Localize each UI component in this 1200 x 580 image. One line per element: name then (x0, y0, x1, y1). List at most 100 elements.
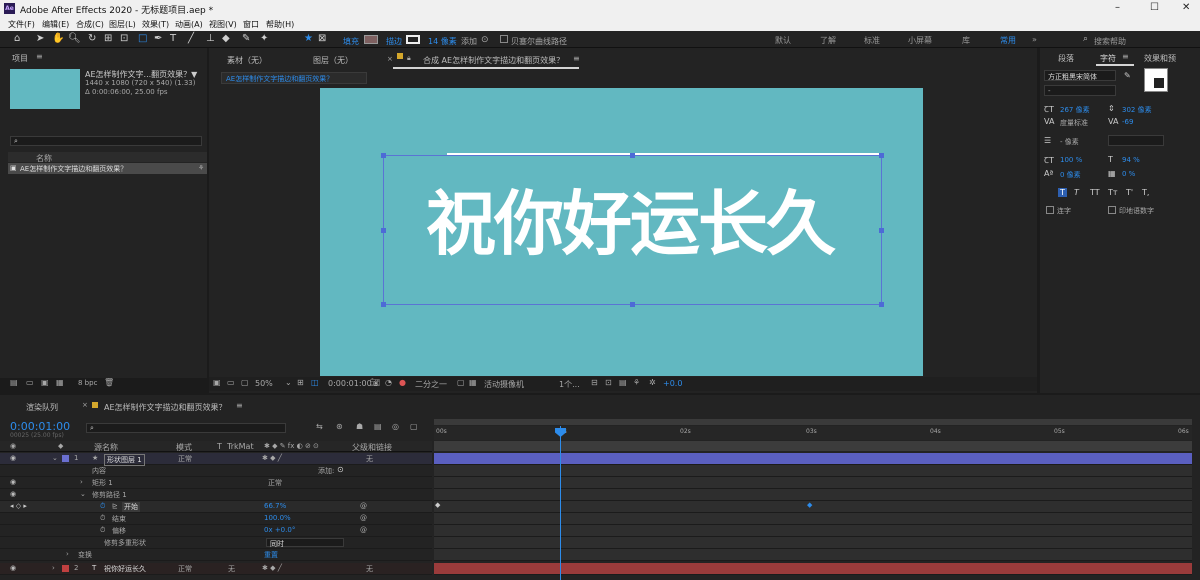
tab-composition[interactable]: 合成 AE怎样制作文字描边和翻页效果？ (423, 55, 564, 66)
expand-arrow-icon[interactable]: › (80, 478, 83, 486)
panel-menu-icon[interactable]: ≡ (36, 52, 43, 61)
snap-icon[interactable]: ★ (304, 33, 313, 44)
eye-icon[interactable]: ◉ (10, 490, 16, 498)
all-caps-button[interactable]: TT (1090, 188, 1100, 197)
baseline-value[interactable]: 0 像素 (1060, 170, 1081, 180)
stroke-size-value[interactable]: 14 像素 (428, 36, 457, 47)
preview-icon[interactable]: ▣ (213, 378, 221, 387)
keyframe-nav-icon[interactable]: ◂ ◇ ▸ (10, 502, 27, 510)
exposure-value[interactable]: +0.0 (663, 379, 682, 388)
draft-3d-icon[interactable]: ⊛ (336, 422, 343, 431)
handle-tr[interactable] (879, 153, 884, 158)
layer-switches-icon[interactable]: ✱ ◆ ╱ (262, 454, 282, 462)
brush-tool-icon[interactable]: ╱ (188, 33, 194, 44)
offset-value[interactable]: 0x +0.0° (264, 526, 295, 534)
camera-tool-icon[interactable]: ⊞ (104, 33, 112, 44)
work-area-bar[interactable] (434, 419, 1192, 425)
add-icon[interactable]: ⊙ (337, 465, 344, 474)
stroke-color-swatch[interactable] (406, 35, 420, 44)
handle-tl[interactable] (381, 153, 386, 158)
rotate-tool-icon[interactable]: ↻ (88, 33, 96, 44)
comp-canvas[interactable]: 祝你好运长久 (320, 88, 923, 376)
layer-2-duration-bar[interactable] (434, 563, 1192, 575)
maximize-button[interactable]: ☐ (1150, 2, 1159, 13)
transform-row[interactable]: › 变换 重置 (0, 549, 432, 561)
close-tab-icon[interactable]: × (82, 401, 88, 409)
font-style-select[interactable]: - (1044, 85, 1116, 96)
time-ruler[interactable]: 00s 01s 02s 03s 04s 05s 06s (434, 426, 1192, 440)
ligature-checkbox[interactable] (1046, 206, 1054, 214)
trim-multiple-select[interactable]: 同时 (266, 538, 344, 548)
search-icon[interactable]: ⌕ (1083, 34, 1088, 44)
tab-effects[interactable]: 效果和预 (1144, 53, 1176, 64)
expand-arrow-icon[interactable]: › (52, 564, 55, 572)
contents-row[interactable]: 内容 添加: ⊙ (0, 465, 432, 477)
project-tab[interactable]: 项目 (12, 53, 28, 64)
font-family-select[interactable]: 方正粗黑宋简体 (1044, 70, 1116, 81)
tab-layer[interactable]: 图层（无） (313, 55, 353, 66)
workspace-more-icon[interactable]: » (1032, 35, 1037, 44)
trim-paths-row[interactable]: ◉ ⌄ 修剪路径 1 (0, 489, 432, 501)
resolution-select[interactable]: 二分之一 (415, 379, 447, 390)
layer-name[interactable]: 祝你好运长久 (104, 564, 146, 574)
playhead-line[interactable] (560, 426, 561, 580)
minimize-button[interactable]: – (1115, 2, 1120, 13)
stroke-color-swatch[interactable] (1152, 76, 1166, 90)
stopwatch-icon[interactable]: ⏱ (100, 526, 105, 535)
close-tab-icon[interactable]: × (387, 55, 393, 63)
layer-trkmat[interactable]: 无 (228, 564, 235, 574)
fill-color-swatch[interactable] (364, 35, 378, 44)
interpret-footage-icon[interactable]: ▤ (10, 378, 18, 387)
tab-timeline-comp[interactable]: AE怎样制作文字描边和翻页效果？ (104, 402, 227, 413)
panel-menu-icon[interactable]: ≡ (1122, 52, 1129, 61)
layer-parent[interactable]: 无 (366, 454, 373, 464)
rect-mode[interactable]: 正常 (268, 478, 282, 488)
tab-render-queue[interactable]: 渲染队列 (26, 402, 58, 413)
stroke-width-value[interactable]: - 像素 (1060, 137, 1079, 147)
expression-icon[interactable]: @ (360, 514, 367, 522)
tab-paragraph[interactable]: 段落 (1058, 53, 1074, 64)
expression-icon[interactable]: @ (360, 502, 367, 510)
expand-arrow-icon[interactable]: › (66, 550, 69, 558)
menu-composition[interactable]: 合成(C) (76, 19, 104, 30)
camera-select[interactable]: 活动摄像机 (484, 379, 524, 390)
expand-arrow-icon[interactable]: ⌄ (52, 454, 58, 462)
grid-icon[interactable]: ⊞ (297, 378, 304, 387)
faux-bold-button[interactable]: T (1058, 188, 1067, 197)
comp-breadcrumb[interactable]: AE怎样制作文字描边和翻页效果？ (221, 72, 367, 84)
add-icon[interactable]: ⊙ (481, 35, 489, 45)
eye-icon[interactable]: ◉ (10, 564, 16, 572)
menu-layer[interactable]: 图层(L) (109, 19, 136, 30)
tab-footage[interactable]: 素材（无） (227, 55, 267, 66)
subscript-button[interactable]: T, (1142, 188, 1149, 197)
transparency-icon[interactable]: ◫ (311, 378, 319, 387)
pan-behind-icon[interactable]: ⊡ (120, 33, 128, 44)
menu-animation[interactable]: 动画(A) (175, 19, 203, 30)
layer-mode[interactable]: 正常 (178, 454, 192, 464)
layer-row-2[interactable]: ◉ › 2 T 祝你好运长久 正常 无 ✱ ◆ ╱ 无 (0, 563, 432, 575)
snap-options-icon[interactable]: ⊠ (318, 33, 326, 44)
toggle-pixel-icon[interactable]: ⊟ (591, 378, 598, 387)
menu-help[interactable]: 帮助(H) (266, 19, 294, 30)
expand-arrow-icon[interactable]: ⌄ (80, 490, 86, 498)
expression-icon[interactable]: @ (360, 526, 367, 534)
start-property-row[interactable]: ◂ ◇ ▸ ⏱ ⊵ 开始 66.7% @ (0, 501, 432, 513)
display-icon[interactable]: ▭ (227, 378, 235, 387)
views-select[interactable]: 1个... (559, 379, 580, 390)
type-tool-icon[interactable]: T (170, 33, 176, 44)
offset-property-row[interactable]: ⏱ 偏移 0x +0.0° @ (0, 525, 432, 537)
trim-multiple-row[interactable]: 修剪多重形状 同时 (0, 537, 432, 549)
viewer-timecode[interactable]: 0:00:01:00 (328, 379, 372, 388)
end-value[interactable]: 100.0% (264, 514, 291, 522)
workspace-learn[interactable]: 了解 (820, 35, 836, 46)
menu-effect[interactable]: 效果(T) (142, 19, 169, 30)
selection-tool-icon[interactable]: ➤ (36, 33, 44, 44)
tab-character[interactable]: 字符 (1100, 53, 1116, 64)
stroke-order-select[interactable] (1108, 135, 1164, 146)
new-comp-icon[interactable]: ▣ (41, 378, 49, 387)
exposure-icon[interactable]: ✲ (649, 378, 656, 387)
layer-row-1[interactable]: ◉ ⌄ 1 ★ 形状图层 1 正常 ✱ ◆ ╱ 无 (0, 453, 432, 466)
mask-visibility-icon[interactable]: ▢ (241, 378, 249, 387)
col-mode[interactable]: 模式 (176, 442, 192, 453)
frame-blending-icon[interactable]: ▤ (374, 422, 382, 431)
